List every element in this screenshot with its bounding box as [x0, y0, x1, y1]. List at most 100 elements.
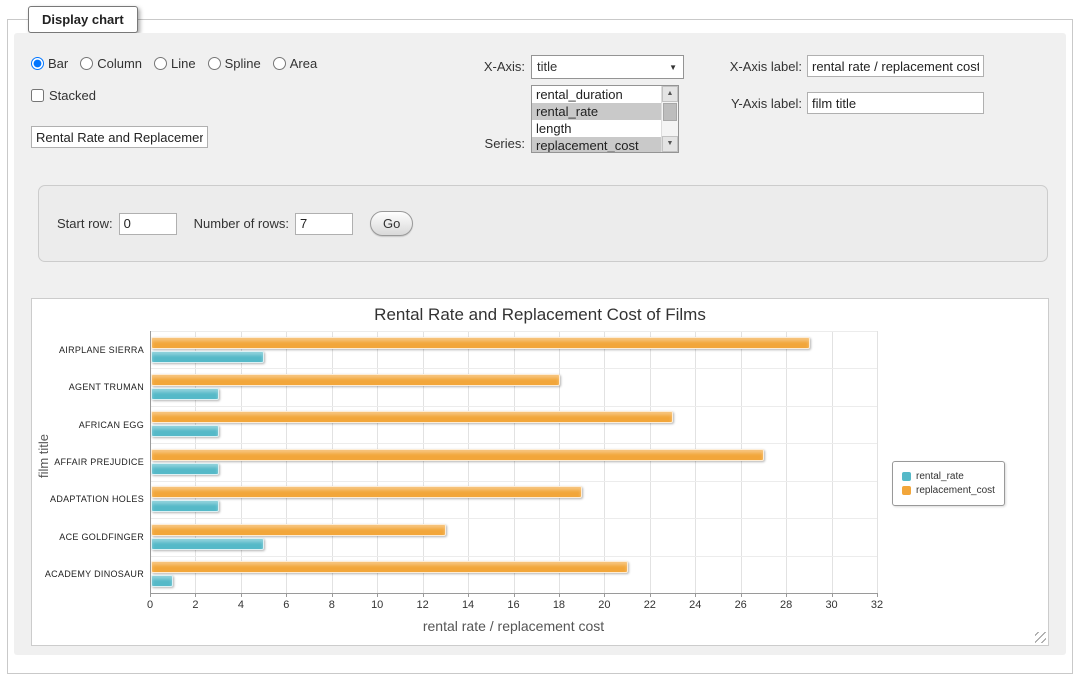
gridline-horizontal	[150, 518, 877, 519]
series-option-length[interactable]: length	[532, 120, 661, 137]
scroll-down-icon[interactable]: ▼	[662, 136, 678, 152]
series-scrollbar[interactable]: ▲ ▼	[661, 86, 678, 152]
resize-handle-icon[interactable]	[1035, 632, 1046, 643]
x-tick-mark	[695, 593, 696, 597]
bar-replacement_cost[interactable]	[151, 561, 628, 573]
x-tick-label: 14	[453, 599, 483, 611]
bar-rental_rate[interactable]	[151, 388, 219, 400]
chart-type-radio-area[interactable]	[273, 57, 286, 70]
chart-type-label: Line	[171, 56, 196, 71]
chart-title: Rental Rate and Replacement Cost of Film…	[32, 305, 1048, 325]
bar-rental_rate[interactable]	[151, 500, 219, 512]
chart-type-radio-line[interactable]	[154, 57, 167, 70]
chart-title-input[interactable]	[31, 126, 208, 148]
display-chart-fieldset: Display chart Bar Column Line Spline Area St…	[7, 6, 1073, 674]
series-option-rental_duration[interactable]: rental_duration	[532, 86, 661, 103]
legend-item-replacement_cost[interactable]: replacement_cost	[902, 485, 995, 496]
chart-type-label: Area	[290, 56, 317, 71]
series-listbox[interactable]: rental_durationrental_ratelengthreplacem…	[531, 85, 679, 153]
x-axis-selected-value: title	[537, 59, 557, 74]
category-label: AFFAIR PREJUDICE	[34, 457, 144, 467]
row-controls-panel: Start row: Number of rows: Go	[38, 185, 1048, 262]
gridline-vertical	[559, 331, 560, 593]
x-tick-label: 16	[499, 599, 529, 611]
category-label: AFRICAN EGG	[34, 420, 144, 430]
bar-replacement_cost[interactable]	[151, 374, 560, 386]
gridline-vertical	[468, 331, 469, 593]
x-axis-label-input[interactable]	[807, 55, 984, 77]
chart-type-column[interactable]: Column	[80, 56, 142, 71]
series-option-replacement_cost[interactable]: replacement_cost	[532, 137, 661, 153]
y-axis-label-input[interactable]	[807, 92, 984, 114]
bar-rental_rate[interactable]	[151, 463, 219, 475]
x-tick-label: 8	[317, 599, 347, 611]
chart-type-bar[interactable]: Bar	[31, 56, 68, 71]
gridline-vertical	[286, 331, 287, 593]
start-row-input[interactable]	[119, 213, 177, 235]
chart-type-area[interactable]: Area	[273, 56, 317, 71]
x-axis-label-label: X-Axis label:	[714, 56, 802, 78]
chart-type-line[interactable]: Line	[154, 56, 196, 71]
plot-area	[150, 331, 877, 593]
x-tick-mark	[150, 593, 151, 597]
x-axis-select[interactable]: title ▼	[531, 55, 684, 79]
series-option-rental_rate[interactable]: rental_rate	[532, 103, 661, 120]
bar-replacement_cost[interactable]	[151, 524, 446, 536]
series-select-label: Series:	[444, 133, 525, 155]
gridline-vertical	[514, 331, 515, 593]
series-options: rental_durationrental_ratelengthreplacem…	[532, 86, 661, 152]
chart-type-group: Bar Column Line Spline Area	[31, 56, 329, 71]
scroll-up-icon[interactable]: ▲	[662, 86, 678, 102]
bar-rental_rate[interactable]	[151, 351, 264, 363]
x-tick-label: 4	[226, 599, 256, 611]
x-tick-label: 10	[362, 599, 392, 611]
bar-replacement_cost[interactable]	[151, 449, 764, 461]
x-tick-label: 24	[680, 599, 710, 611]
go-button[interactable]: Go	[370, 211, 413, 236]
x-tick-label: 18	[544, 599, 574, 611]
x-tick-label: 2	[180, 599, 210, 611]
chart-type-radio-column[interactable]	[80, 57, 93, 70]
gridline-vertical	[377, 331, 378, 593]
gridline-vertical	[241, 331, 242, 593]
number-of-rows-input[interactable]	[295, 213, 353, 235]
scrollbar-thumb[interactable]	[663, 103, 677, 121]
bar-replacement_cost[interactable]	[151, 337, 810, 349]
x-tick-mark	[877, 593, 878, 597]
category-label: AGENT TRUMAN	[34, 382, 144, 392]
x-tick-label: 12	[408, 599, 438, 611]
chart-type-label: Column	[97, 56, 142, 71]
x-tick-label: 20	[589, 599, 619, 611]
chart-type-spline[interactable]: Spline	[208, 56, 261, 71]
dropdown-arrow-icon: ▼	[669, 56, 677, 80]
bar-rental_rate[interactable]	[151, 425, 219, 437]
x-tick-label: 32	[862, 599, 892, 611]
gridline-vertical	[832, 331, 833, 593]
category-label: ACE GOLDFINGER	[34, 532, 144, 542]
bar-replacement_cost[interactable]	[151, 411, 673, 423]
chart-legend: rental_rate replacement_cost	[892, 461, 1005, 506]
x-tick-mark	[468, 593, 469, 597]
row-controls-row: Start row: Number of rows: Go	[57, 211, 413, 236]
category-label: ACADEMY DINOSAUR	[34, 569, 144, 579]
x-tick-label: 22	[635, 599, 665, 611]
chart-type-radio-bar[interactable]	[31, 57, 44, 70]
display-chart-legend: Display chart	[28, 6, 138, 33]
gridline-vertical	[741, 331, 742, 593]
stacked-option[interactable]: Stacked	[31, 88, 96, 103]
x-tick-mark	[241, 593, 242, 597]
x-tick-label: 0	[135, 599, 165, 611]
x-tick-mark	[741, 593, 742, 597]
x-tick-mark	[786, 593, 787, 597]
stacked-checkbox[interactable]	[31, 89, 44, 102]
bar-rental_rate[interactable]	[151, 575, 173, 587]
bar-rental_rate[interactable]	[151, 538, 264, 550]
bar-replacement_cost[interactable]	[151, 486, 582, 498]
x-tick-mark	[423, 593, 424, 597]
legend-swatch-icon	[902, 486, 911, 495]
legend-item-rental_rate[interactable]: rental_rate	[902, 471, 995, 482]
x-axis-title: rental rate / replacement cost	[150, 618, 877, 634]
x-tick-label: 6	[271, 599, 301, 611]
chart-type-radio-spline[interactable]	[208, 57, 221, 70]
chart-type-label: Bar	[48, 56, 68, 71]
